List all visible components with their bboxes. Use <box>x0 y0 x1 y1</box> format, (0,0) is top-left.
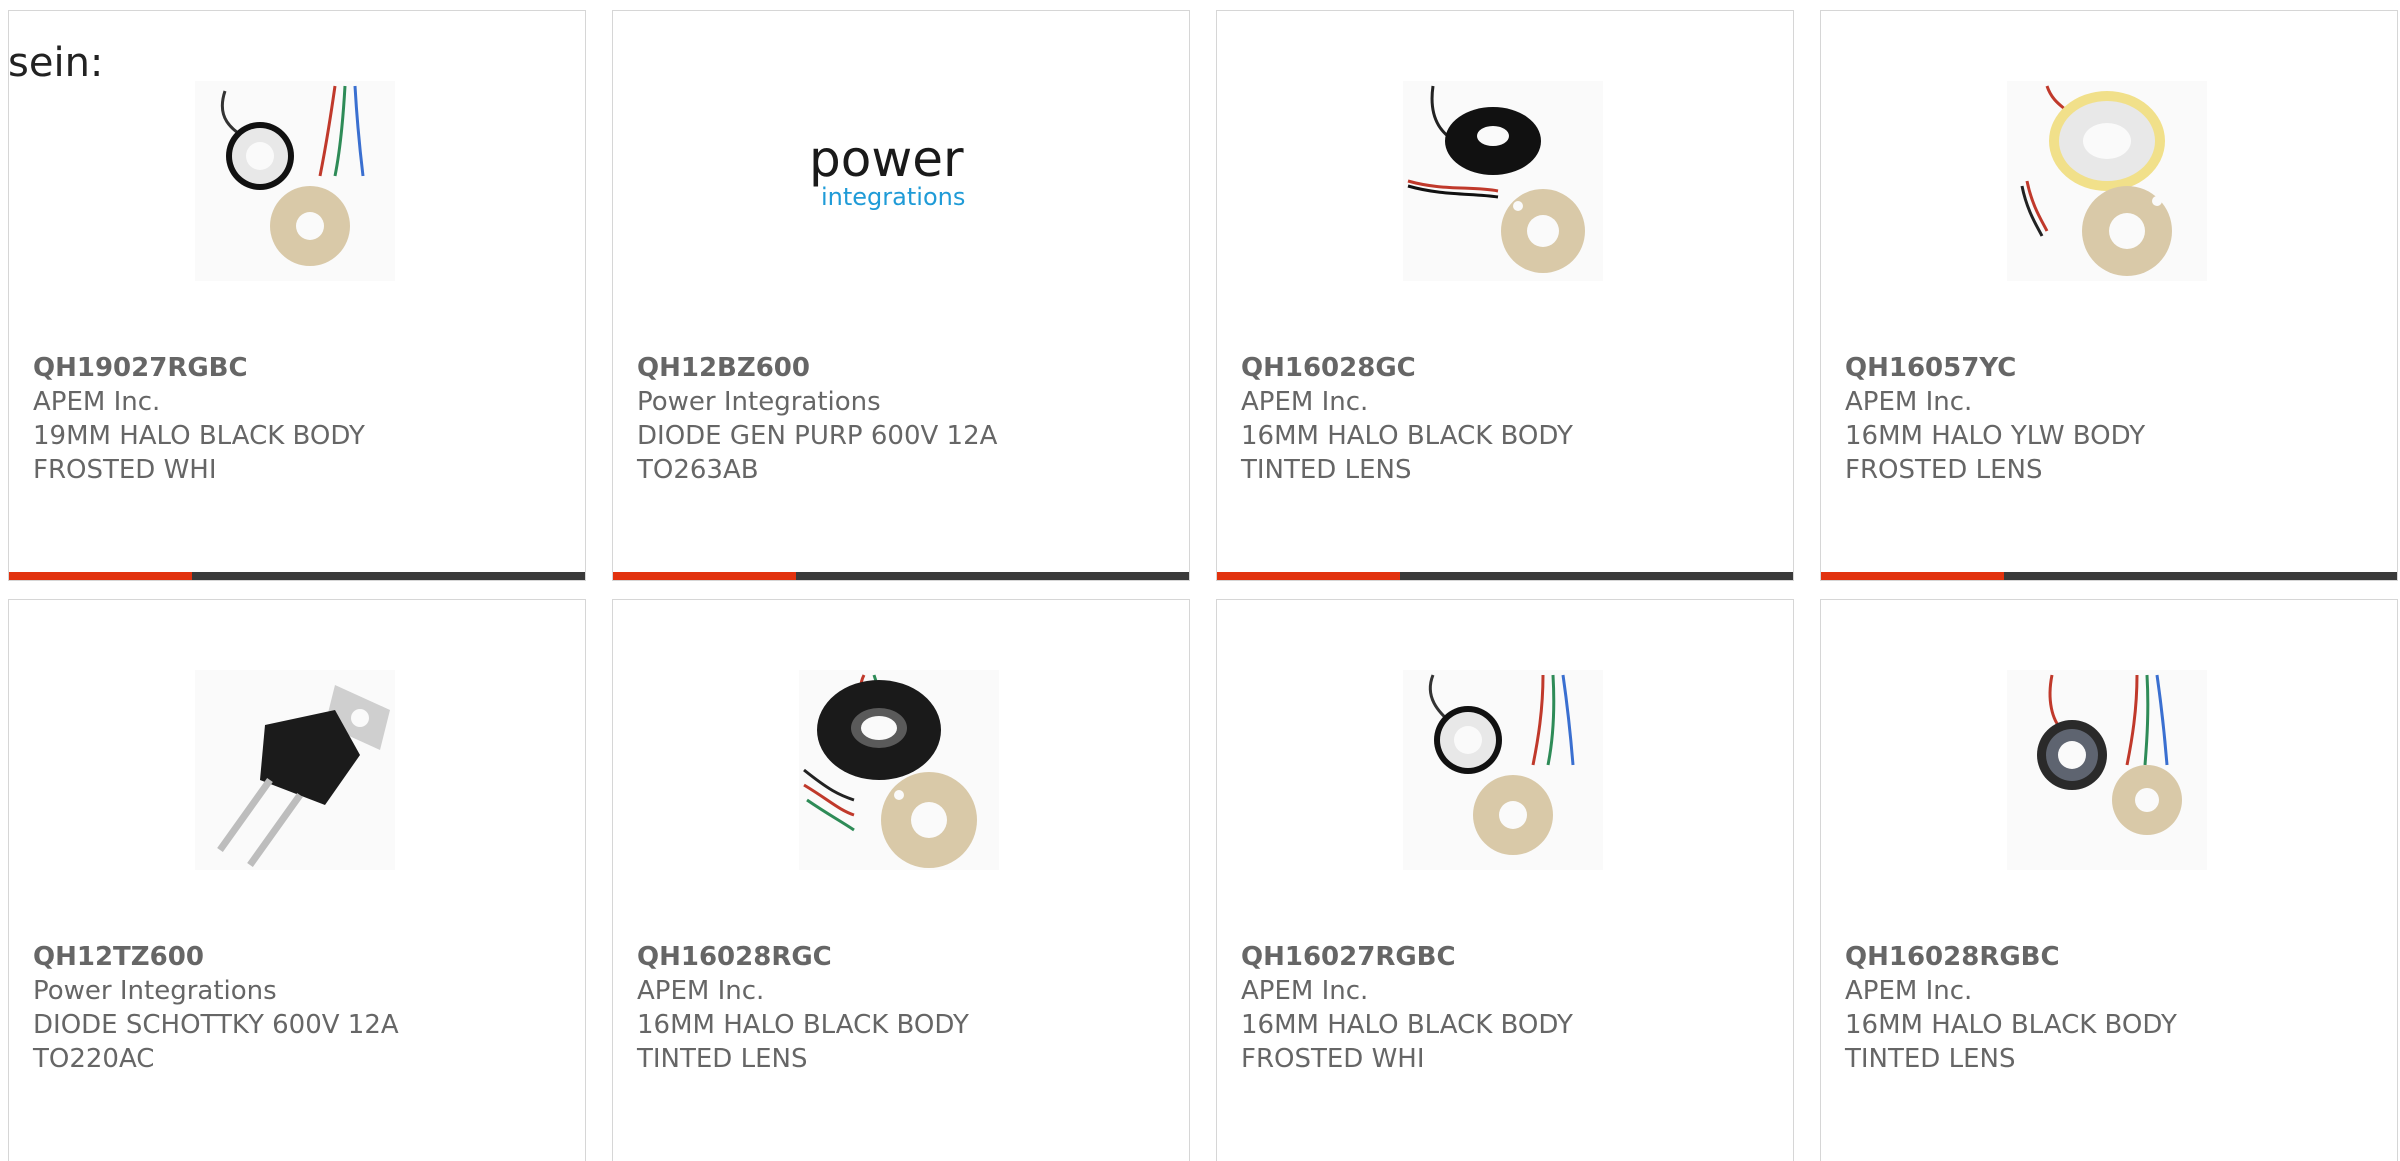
description-line: 19MM HALO BLACK BODY <box>33 421 365 451</box>
product-listing-page: sein: QH19027RGBC APEM Inc. 19MM HALO BL… <box>0 0 2400 1161</box>
description-line: FROSTED WHI <box>1241 1044 1425 1074</box>
accent-segment <box>613 572 796 580</box>
product-card[interactable]: QH16028GC APEM Inc. 16MM HALO BLACK BODY… <box>1216 10 1794 581</box>
product-info: QH16028RGBC APEM Inc. 16MM HALO BLACK BO… <box>1845 940 2375 1076</box>
description-line: FROSTED LENS <box>1845 455 2043 485</box>
product-info: QH16028GC APEM Inc. 16MM HALO BLACK BODY… <box>1241 351 1771 487</box>
led-ring-white-icon <box>195 81 395 281</box>
card-accent-bar <box>1217 572 1793 580</box>
manufacturer: APEM Inc. <box>1845 976 1973 1006</box>
part-number[interactable]: QH16027RGBC <box>1241 940 1771 974</box>
product-info: QH12TZ600 Power Integrations DIODE SCHOT… <box>33 940 563 1076</box>
led-ring-black-icon <box>1403 81 1603 281</box>
product-info: QH16028RGC APEM Inc. 16MM HALO BLACK BOD… <box>637 940 1167 1076</box>
description-line: 16MM HALO YLW BODY <box>1845 421 2146 451</box>
description-line: TINTED LENS <box>1241 455 1412 485</box>
part-number[interactable]: QH16028GC <box>1241 351 1771 385</box>
product-card[interactable]: QH16057YC APEM Inc. 16MM HALO YLW BODY F… <box>1820 10 2398 581</box>
led-ring-gray-icon <box>2007 670 2207 870</box>
description-line: TINTED LENS <box>637 1044 808 1074</box>
product-info: QH16057YC APEM Inc. 16MM HALO YLW BODY F… <box>1845 351 2375 487</box>
accent-segment <box>1217 572 1400 580</box>
part-number[interactable]: QH16028RGBC <box>1845 940 2375 974</box>
product-grid: QH19027RGBC APEM Inc. 19MM HALO BLACK BO… <box>8 10 2400 1161</box>
product-info: QH19027RGBC APEM Inc. 19MM HALO BLACK BO… <box>33 351 563 487</box>
part-number[interactable]: QH12TZ600 <box>33 940 563 974</box>
product-card[interactable]: QH19027RGBC APEM Inc. 19MM HALO BLACK BO… <box>8 10 586 581</box>
description-line: TO263AB <box>637 455 759 485</box>
manufacturer: APEM Inc. <box>1241 387 1369 417</box>
description-line: TO220AC <box>33 1044 155 1074</box>
product-card[interactable]: QH16028RGBC APEM Inc. 16MM HALO BLACK BO… <box>1820 599 2398 1161</box>
product-card[interactable]: QH16028RGC APEM Inc. 16MM HALO BLACK BOD… <box>612 599 1190 1161</box>
description-line: 16MM HALO BLACK BODY <box>1241 1010 1573 1040</box>
manufacturer: Power Integrations <box>637 387 881 417</box>
part-number[interactable]: QH16028RGC <box>637 940 1167 974</box>
led-ring-white-icon <box>1403 670 1603 870</box>
description-line: 16MM HALO BLACK BODY <box>637 1010 969 1040</box>
card-accent-bar <box>9 572 585 580</box>
manufacturer: APEM Inc. <box>637 976 765 1006</box>
description-line: TINTED LENS <box>1845 1044 2016 1074</box>
product-info: QH16027RGBC APEM Inc. 16MM HALO BLACK BO… <box>1241 940 1771 1076</box>
manufacturer: APEM Inc. <box>1845 387 1973 417</box>
description-line: DIODE SCHOTTKY 600V 12A <box>33 1010 399 1040</box>
product-card[interactable]: QH16027RGBC APEM Inc. 16MM HALO BLACK BO… <box>1216 599 1794 1161</box>
product-info: QH12BZ600 Power Integrations DIODE GEN P… <box>637 351 1167 487</box>
product-card[interactable]: power integrations QH12BZ600 Power Integ… <box>612 10 1190 581</box>
card-accent-bar <box>1821 572 2397 580</box>
manufacturer: APEM Inc. <box>33 387 161 417</box>
part-number[interactable]: QH16057YC <box>1845 351 2375 385</box>
manufacturer: APEM Inc. <box>1241 976 1369 1006</box>
led-ring-black-large-icon <box>799 670 999 870</box>
accent-segment <box>1821 572 2004 580</box>
logo-subword: integrations <box>821 183 965 211</box>
card-accent-bar <box>613 572 1189 580</box>
part-number[interactable]: QH12BZ600 <box>637 351 1167 385</box>
logo-word: power <box>809 130 964 188</box>
description-line: 16MM HALO BLACK BODY <box>1241 421 1573 451</box>
to220-diode-icon <box>195 670 395 870</box>
description-line: 16MM HALO BLACK BODY <box>1845 1010 2177 1040</box>
product-card[interactable]: QH12TZ600 Power Integrations DIODE SCHOT… <box>8 599 586 1161</box>
power-integrations-logo: power integrations <box>799 81 999 281</box>
manufacturer: Power Integrations <box>33 976 277 1006</box>
led-ring-yellow-icon <box>2007 81 2207 281</box>
accent-segment <box>9 572 192 580</box>
part-number[interactable]: QH19027RGBC <box>33 351 563 385</box>
intro-text: sein: <box>8 40 104 86</box>
description-line: DIODE GEN PURP 600V 12A <box>637 421 998 451</box>
description-line: FROSTED WHI <box>33 455 217 485</box>
